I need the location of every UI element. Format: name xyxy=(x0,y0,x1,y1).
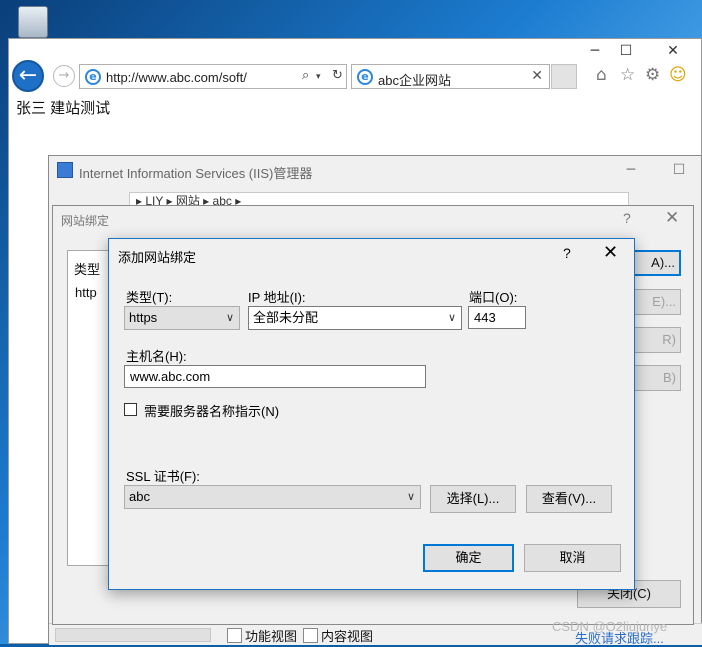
port-input[interactable] xyxy=(468,306,526,329)
type-select[interactable]: https ∨ xyxy=(124,306,240,330)
host-name-input[interactable] xyxy=(124,365,426,388)
select-certificate-button[interactable]: 选择(L)... xyxy=(430,485,516,513)
horizontal-scrollbar[interactable] xyxy=(55,628,211,642)
ie-logo-icon: e xyxy=(357,69,373,85)
type-select-value: https xyxy=(129,310,158,325)
maximize-button[interactable]: ☐ xyxy=(612,41,640,61)
new-tab-button[interactable] xyxy=(551,64,577,89)
browser-titlebar: ─ ☐ ✕ xyxy=(9,39,701,63)
address-url[interactable]: http://www.abc.com/soft/ xyxy=(106,70,247,85)
type-label: 类型(T): xyxy=(126,290,173,305)
sni-checkbox[interactable] xyxy=(124,403,137,416)
minimize-button[interactable]: ─ xyxy=(581,41,609,61)
dropdown-icon[interactable]: ▾ xyxy=(316,72,321,82)
close-button[interactable]: ✕ xyxy=(659,41,687,61)
ssl-certificate-label: SSL 证书(F): xyxy=(126,469,200,484)
page-content-text: 张三 建站测试 xyxy=(16,100,111,117)
search-icon[interactable]: ⌕ xyxy=(302,68,309,83)
favorites-star-icon[interactable]: ☆ xyxy=(620,65,635,85)
iis-maximize-button[interactable]: ☐ xyxy=(665,160,693,180)
ie-logo-icon: e xyxy=(85,69,101,85)
ssl-certificate-select[interactable]: abc ∨ xyxy=(124,485,421,509)
ip-address-label: IP 地址(I): xyxy=(248,290,306,305)
settings-gear-icon[interactable]: ⚙ xyxy=(645,65,660,85)
iis-logo-icon xyxy=(57,162,73,178)
close-icon[interactable]: ✕ xyxy=(603,242,618,263)
column-header-type[interactable]: 类型 xyxy=(74,259,100,278)
chevron-down-icon: ∨ xyxy=(447,311,456,324)
ip-address-value: 全部未分配 xyxy=(253,310,319,325)
forward-button[interactable]: → xyxy=(53,65,75,87)
sni-label[interactable]: 需要服务器名称指示(N) xyxy=(144,401,279,420)
iis-minimize-button[interactable]: ─ xyxy=(617,160,645,180)
dialog-title: 添加网站绑定 xyxy=(118,250,197,265)
close-icon[interactable]: ✕ xyxy=(665,208,679,228)
ip-address-select[interactable]: 全部未分配 ∨ xyxy=(248,306,462,330)
host-name-label: 主机名(H): xyxy=(126,349,187,364)
ok-button[interactable]: 确定 xyxy=(423,544,514,572)
home-icon[interactable]: ⌂ xyxy=(596,65,607,85)
iis-title: Internet Information Services (IIS)管理器 xyxy=(79,166,313,181)
content-view-tab[interactable]: 内容视图 xyxy=(301,626,373,645)
chevron-down-icon: ∨ xyxy=(406,490,415,503)
recycle-bin-icon[interactable] xyxy=(18,6,48,38)
port-label: 端口(O): xyxy=(469,290,518,305)
ssl-certificate-value: abc xyxy=(129,489,150,504)
view-certificate-button[interactable]: 查看(V)... xyxy=(526,485,612,513)
add-site-binding-dialog: 添加网站绑定 ? ✕ 类型(T): https ∨ IP 地址(I): 全部未分… xyxy=(108,238,635,590)
back-button[interactable]: ← xyxy=(12,60,44,92)
site-bindings-title: 网站绑定 xyxy=(61,214,110,228)
chevron-down-icon: ∨ xyxy=(225,311,234,324)
cancel-button[interactable]: 取消 xyxy=(524,544,621,572)
feature-view-tab[interactable]: 功能视图 xyxy=(225,626,297,645)
refresh-icon[interactable]: ↻ xyxy=(332,68,343,83)
forward-arrow-icon: → xyxy=(58,68,70,83)
help-button[interactable]: ? xyxy=(563,245,571,261)
address-bar[interactable]: e http://www.abc.com/soft/ ⌕ ▾ ↻ xyxy=(79,64,347,89)
tab-title: abc企业网站 xyxy=(378,73,451,88)
smiley-feedback-icon[interactable]: ☺ xyxy=(669,65,687,85)
tab-close-icon[interactable]: ✕ xyxy=(531,68,543,84)
help-button[interactable]: ? xyxy=(623,210,631,226)
back-arrow-icon: ← xyxy=(18,63,38,88)
browser-tab[interactable]: e abc企业网站 ✕ xyxy=(351,64,550,89)
list-item[interactable]: http xyxy=(75,285,97,300)
watermark: CSDN @O2liujunye xyxy=(552,619,668,634)
